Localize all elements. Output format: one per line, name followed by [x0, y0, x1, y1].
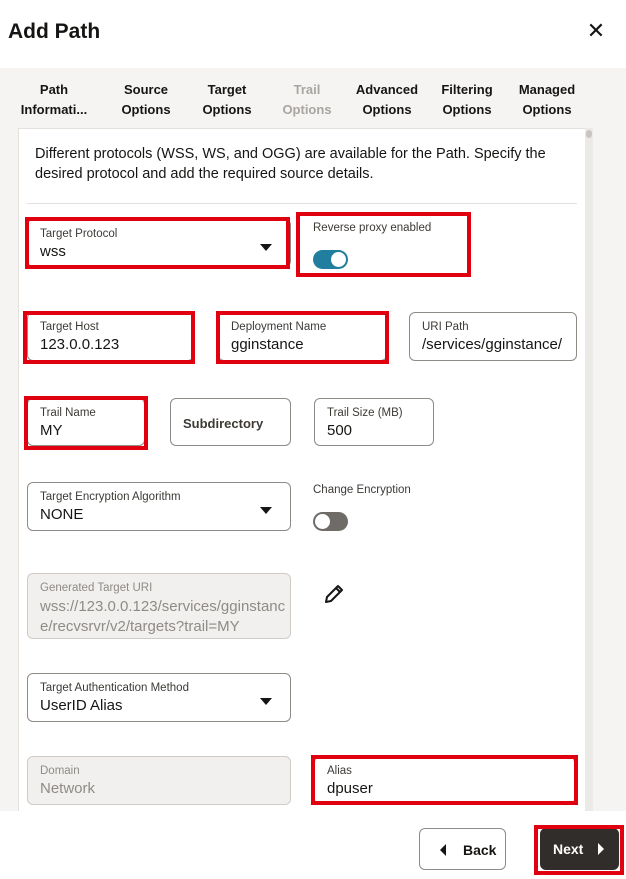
reverse-proxy-label: Reverse proxy enabled	[313, 222, 432, 234]
change-encryption-toggle[interactable]	[313, 512, 348, 531]
domain-value: Network	[40, 780, 96, 797]
divider	[27, 203, 577, 204]
tab-bar: Path Informati... Source Options Target Opt…	[18, 68, 592, 128]
dialog-title: Add Path	[8, 20, 101, 43]
back-button[interactable]: Back	[419, 828, 506, 870]
tab-trail-options: Trail Options	[282, 82, 332, 117]
auth-method-value: UserID Alias	[40, 697, 123, 714]
toggle-knob	[315, 514, 330, 529]
tab-advanced-options[interactable]: Advanced Options	[347, 80, 427, 120]
chevron-down-icon	[260, 507, 272, 514]
back-button-label: Back	[463, 842, 497, 858]
tab-managed-options[interactable]: Managed Options	[511, 80, 583, 120]
uri-path-label: URI Path	[422, 321, 469, 333]
deployment-name-field[interactable]: Deployment Name gginstance	[218, 312, 387, 361]
trail-size-label: Trail Size (MB)	[327, 407, 403, 419]
target-host-value: 123.0.0.123	[40, 336, 120, 353]
encryption-algorithm-select[interactable]: Target Encryption Algorithm NONE	[27, 482, 291, 531]
alias-value: dpuser	[327, 780, 373, 797]
tab-target-options[interactable]: Target Options	[191, 80, 263, 120]
tab-source-options[interactable]: Source Options	[110, 80, 182, 120]
domain-field: Domain Network	[27, 756, 291, 805]
auth-method-label: Target Authentication Method	[40, 682, 189, 694]
pencil-icon[interactable]	[322, 582, 346, 606]
uri-path-value: /services/gginstance/	[422, 336, 563, 353]
close-icon[interactable]: ✕	[583, 18, 609, 44]
uri-path-field[interactable]: URI Path /services/gginstance/	[409, 312, 577, 361]
chevron-right-icon	[598, 843, 604, 855]
target-host-label: Target Host	[40, 321, 99, 333]
domain-label: Domain	[40, 765, 80, 777]
target-protocol-label: Target Protocol	[40, 228, 118, 240]
generated-uri-field: Generated Target URI wss://123.0.0.123/s…	[27, 573, 291, 639]
generated-uri-label: Generated Target URI	[40, 582, 153, 594]
tab-path-information[interactable]: Path Informati...	[18, 80, 90, 120]
trail-name-value: MY	[40, 422, 63, 439]
alias-label: Alias	[327, 765, 352, 777]
target-protocol-value: wss	[40, 243, 66, 260]
deployment-name-label: Deployment Name	[231, 321, 327, 333]
trail-size-value: 500	[327, 422, 353, 439]
chevron-down-icon	[260, 698, 272, 705]
reverse-proxy-toggle[interactable]	[313, 250, 348, 269]
subdirectory-placeholder: Subdirectory	[183, 416, 264, 431]
auth-method-select[interactable]: Target Authentication Method UserID Alia…	[27, 673, 291, 722]
encryption-algorithm-value: NONE	[40, 506, 84, 523]
chevron-left-icon	[440, 844, 446, 856]
generated-uri-value: wss://123.0.0.123/services/gginstance/re…	[40, 598, 286, 635]
tab-filtering-options[interactable]: Filtering Options	[431, 80, 503, 120]
encryption-algorithm-label: Target Encryption Algorithm	[40, 491, 181, 503]
next-button-label: Next	[553, 841, 584, 857]
trail-size-field[interactable]: Trail Size (MB) 500	[314, 398, 434, 446]
toggle-knob	[331, 252, 346, 267]
target-protocol-select[interactable]: Target Protocol wss	[27, 219, 291, 267]
deployment-name-value: gginstance	[231, 336, 304, 353]
subdirectory-field[interactable]: Subdirectory	[170, 398, 291, 446]
next-button[interactable]: Next	[540, 828, 619, 870]
chevron-down-icon	[260, 244, 272, 251]
scrollbar-thumb[interactable]	[586, 130, 592, 138]
change-encryption-label: Change Encryption	[313, 484, 411, 496]
trail-name-label: Trail Name	[40, 407, 96, 419]
alias-field[interactable]: Alias dpuser	[314, 756, 575, 805]
trail-name-field[interactable]: Trail Name MY	[27, 398, 145, 446]
scrollbar[interactable]	[585, 128, 593, 811]
protocol-description: Different protocols (WSS, WS, and OGG) a…	[35, 146, 546, 182]
target-host-field[interactable]: Target Host 123.0.0.123	[27, 312, 194, 361]
